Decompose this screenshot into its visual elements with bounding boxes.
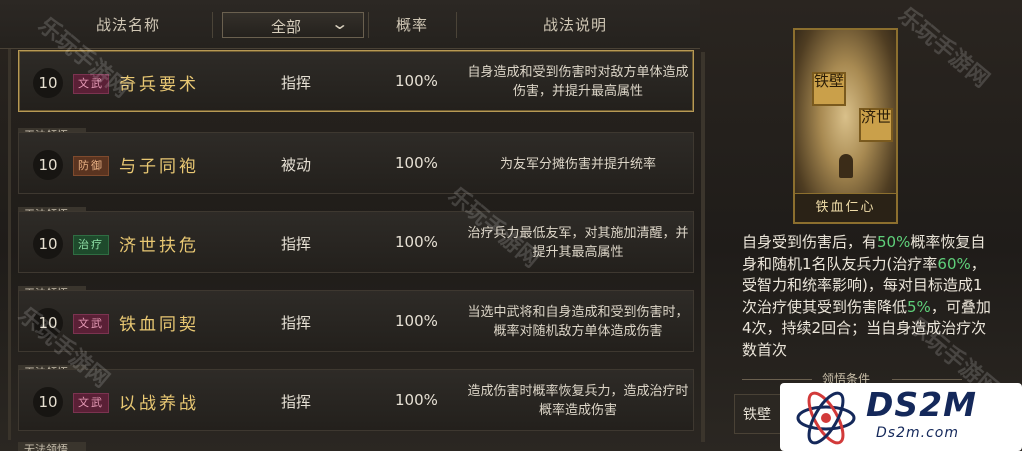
skill-card-art: 铁壁 济世 铁血仁心 xyxy=(793,28,898,224)
skill-name: 与子同袍 xyxy=(119,157,199,177)
skill-row[interactable]: 10 文武 铁血同契 指挥 100% 当选中武将和自身造成和受到伤害时，概率对随… xyxy=(18,290,694,352)
skill-rate: 100% xyxy=(395,72,438,90)
seal-jishi: 济世 xyxy=(859,108,893,142)
skill-description: 为友军分摊伤害并提升统率 xyxy=(499,156,656,172)
skill-type: 指挥 xyxy=(281,314,312,332)
skill-row[interactable]: 10 治疗 济世扶危 指挥 100% 治疗兵力最低友军，对其施加清醒，并提升其最… xyxy=(18,211,694,273)
skill-level: 10 xyxy=(33,150,63,180)
skill-description: 自身造成和受到伤害时对敌方单体造成伤害，并提升最高属性 xyxy=(467,65,689,99)
skill-name: 铁血同契 xyxy=(119,315,199,335)
seal-tiebi: 铁壁 xyxy=(812,72,846,106)
skill-type: 指挥 xyxy=(281,235,312,253)
skill-rate: 100% xyxy=(395,312,438,330)
header-divider xyxy=(212,12,213,38)
chevron-down-icon: ⌄ xyxy=(330,14,350,33)
header-rate: 概率 xyxy=(395,16,428,34)
logo-title: DS2M xyxy=(866,385,977,424)
detail-value: 50% xyxy=(877,233,911,251)
skill-row[interactable]: 10 文武 以战养战 指挥 100% 造成伤害时概率恢复兵力，造成治疗时概率造成… xyxy=(18,369,694,431)
divider-line xyxy=(742,379,812,380)
condition-value: 铁壁 xyxy=(743,407,771,423)
skill-category-tag: 治疗 xyxy=(73,235,109,255)
header-description: 战法说明 xyxy=(542,16,607,34)
skill-description: 造成伤害时概率恢复兵力，造成治疗时概率造成伤害 xyxy=(467,384,689,418)
skill-rate: 100% xyxy=(395,233,438,251)
skill-type: 被动 xyxy=(281,156,312,174)
filter-value: 全部 xyxy=(271,18,302,36)
detail-value: 60% xyxy=(937,254,971,273)
watermark: 乐玩手游网 xyxy=(893,2,994,93)
skill-type: 指挥 xyxy=(281,393,312,411)
skill-category-tag: 防御 xyxy=(73,156,109,176)
skill-level: 10 xyxy=(33,68,63,98)
skill-description: 当选中武将和自身造成和受到伤害时，概率对随机敌方单体造成伤害 xyxy=(467,305,689,339)
site-logo: DS2M Ds2m.com xyxy=(780,383,1022,451)
table-header: 战法名称 全部 ⌄ 概率 战法说明 xyxy=(0,0,700,49)
skill-name: 以战养战 xyxy=(119,394,199,414)
skill-type: 指挥 xyxy=(281,74,312,92)
skill-filter-dropdown[interactable]: 全部 ⌄ xyxy=(222,12,364,38)
skill-level: 10 xyxy=(33,229,63,259)
detail-text: 自身受到伤害后，有 xyxy=(742,233,878,251)
skill-list-screen: 战法名称 全部 ⌄ 概率 战法说明 10 文武 奇兵要术 指挥 100% 自身造… xyxy=(0,0,1022,451)
atom-logo-icon xyxy=(796,391,856,445)
logo-url: Ds2m.com xyxy=(876,425,959,441)
skill-category-tag: 文武 xyxy=(73,314,109,334)
skill-name: 济世扶危 xyxy=(119,236,199,256)
left-border xyxy=(8,40,11,440)
skill-row[interactable]: 10 防御 与子同袍 被动 100% 为友军分摊伤害并提升统率 xyxy=(18,132,694,194)
figure-silhouette xyxy=(839,154,853,178)
skill-level: 10 xyxy=(33,387,63,417)
skill-category-tag: 文武 xyxy=(73,393,109,413)
skill-rate: 100% xyxy=(395,154,438,172)
list-scrollbar[interactable] xyxy=(701,52,705,442)
unable-learn-badge: 无法领悟 xyxy=(18,442,86,451)
divider-line xyxy=(892,379,962,380)
skill-rate: 100% xyxy=(395,391,438,409)
skill-card-name: 铁血仁心 xyxy=(795,193,896,222)
header-divider xyxy=(456,12,457,38)
header-divider xyxy=(368,12,369,38)
